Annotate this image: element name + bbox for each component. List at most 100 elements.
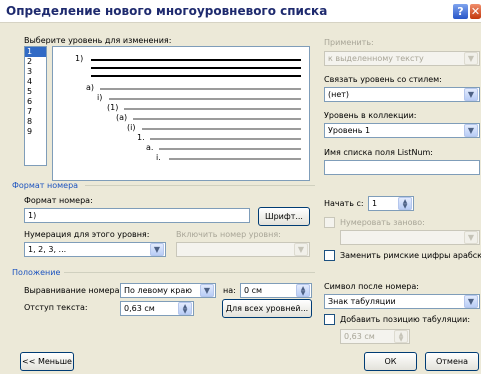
alignment-label: Выравнивание номера:: [24, 286, 123, 295]
alignment-value: По левому краю: [124, 286, 192, 295]
spin-arrows-icon[interactable]: ▲ ▼: [178, 302, 192, 315]
cancel-button[interactable]: Отмена: [425, 352, 479, 371]
spin-down-icon[interactable]: ▼: [403, 203, 408, 210]
numbering-style-select[interactable]: 1, 2, 3, ... ▼: [24, 242, 166, 257]
restart-numbering-label: Нумеровать заново:: [340, 218, 425, 227]
aligned-at-label: на:: [223, 286, 236, 295]
apply-value: к выделенному тексту: [328, 54, 424, 63]
chevron-down-icon: ▼: [294, 243, 308, 256]
level-item[interactable]: 3: [25, 67, 46, 77]
text-indent-spinner[interactable]: 0,63 см ▲ ▼: [120, 301, 194, 316]
section-divider: [64, 272, 315, 273]
start-at-spinner[interactable]: 1 ▲ ▼: [368, 196, 414, 211]
tab-stop-spinner: 0,63 см ▲ ▼: [340, 329, 410, 344]
all-levels-button[interactable]: Для всех уровней...: [222, 299, 312, 318]
numbering-style-label: Нумерация для этого уровня:: [24, 230, 150, 239]
add-tab-stop-label: Добавить позицию табуляции:: [340, 315, 471, 324]
start-at-value: 1: [372, 199, 378, 208]
preview-label: a): [86, 83, 95, 92]
close-icon[interactable]: ✕: [469, 3, 481, 20]
preview-label: a.: [146, 143, 154, 152]
aligned-at-spinner[interactable]: 0 см ▲ ▼: [240, 283, 312, 298]
gallery-level-label: Уровень в коллекции:: [324, 111, 417, 120]
spin-down-icon: ▼: [398, 336, 404, 343]
spin-down-icon[interactable]: ▼: [183, 308, 188, 315]
spin-down-icon[interactable]: ▼: [301, 290, 306, 297]
listnum-label: Имя списка поля ListNum:: [324, 148, 433, 157]
level-item[interactable]: 7: [25, 107, 46, 117]
apply-select: к выделенному тексту ▼: [324, 51, 480, 66]
level-list[interactable]: 1 2 3 4 5 6 7 8 9: [24, 46, 47, 166]
link-style-label: Связать уровень со стилем:: [324, 75, 442, 84]
legal-style-checkbox[interactable]: [324, 250, 335, 261]
preview-line: [91, 75, 301, 77]
link-style-value: (нет): [328, 90, 350, 99]
legal-style-label: Заменить римские цифры арабскими: [340, 251, 481, 260]
level-item[interactable]: 2: [25, 57, 46, 67]
include-level-label: Включить номер уровня:: [176, 230, 281, 239]
follow-number-label: Символ после номера:: [324, 282, 419, 291]
chevron-down-icon[interactable]: ▼: [464, 295, 478, 308]
restart-numbering-select: ▼: [340, 230, 480, 245]
text-indent-value: 0,63 см: [124, 304, 155, 313]
numbering-style-value: 1, 2, 3, ...: [28, 245, 67, 254]
preview-line: [100, 88, 301, 90]
position-section-title: Положение: [12, 268, 61, 277]
preview-label: 1.: [137, 133, 145, 142]
chevron-down-icon[interactable]: ▼: [200, 284, 214, 297]
spin-arrows-icon[interactable]: ▲ ▼: [296, 284, 310, 297]
spin-arrows-icon: ▲ ▼: [394, 330, 408, 343]
tab-stop-value: 0,63 см: [344, 332, 375, 341]
preview-line: [142, 128, 301, 130]
level-item[interactable]: 1: [25, 47, 46, 57]
chevron-down-icon[interactable]: ▼: [150, 243, 164, 256]
preview-line: [109, 98, 301, 100]
start-at-label: Начать с:: [324, 199, 364, 208]
level-item[interactable]: 5: [25, 87, 46, 97]
preview-line: [91, 67, 301, 69]
number-format-section-title: Формат номера: [12, 181, 79, 190]
list-preview: 1) a) i) (1) (a) (i) 1. a. i.: [52, 46, 310, 181]
preview-line: [150, 138, 301, 140]
section-divider: [85, 185, 315, 186]
level-item[interactable]: 6: [25, 97, 46, 107]
spin-arrows-icon[interactable]: ▲ ▼: [398, 197, 412, 210]
gallery-level-value: Уровень 1: [328, 126, 371, 135]
follow-number-value: Знак табуляции: [328, 297, 396, 306]
aligned-at-value: 0 см: [244, 286, 263, 295]
preview-label: (i): [127, 123, 136, 132]
preview-line: [91, 59, 301, 61]
gallery-level-select[interactable]: Уровень 1 ▼: [324, 123, 480, 138]
include-level-select: ▼: [176, 242, 310, 257]
add-tab-stop-checkbox[interactable]: [324, 314, 335, 325]
preview-line: [133, 118, 301, 120]
follow-number-select[interactable]: Знак табуляции ▼: [324, 294, 480, 309]
help-icon[interactable]: ?: [452, 3, 469, 20]
text-indent-label: Отступ текста:: [24, 303, 88, 312]
link-style-select[interactable]: (нет) ▼: [324, 87, 480, 102]
chevron-down-icon[interactable]: ▼: [464, 124, 478, 137]
listnum-input[interactable]: [324, 160, 480, 175]
font-button[interactable]: Шрифт...: [258, 207, 310, 226]
preview-label: (1): [107, 103, 119, 112]
chevron-down-icon: ▼: [464, 52, 478, 65]
format-label: Формат номера:: [24, 196, 93, 205]
restart-numbering-checkbox: [324, 217, 335, 228]
apply-label: Применить:: [324, 38, 374, 47]
chevron-down-icon: ▼: [464, 231, 478, 244]
preview-line: [159, 148, 301, 150]
ok-button[interactable]: ОК: [364, 352, 417, 371]
alignment-select[interactable]: По левому краю ▼: [120, 283, 216, 298]
dialog-title: Определение нового многоуровневого списк…: [6, 4, 328, 18]
format-input[interactable]: 1): [24, 208, 250, 223]
level-item[interactable]: 8: [25, 117, 46, 127]
chevron-down-icon[interactable]: ▼: [464, 88, 478, 101]
level-item[interactable]: 9: [25, 127, 46, 137]
less-button[interactable]: << Меньше: [20, 352, 74, 371]
level-item[interactable]: 4: [25, 77, 46, 87]
preview-label: (a): [116, 113, 128, 122]
preview-label: i.: [156, 153, 161, 162]
level-label: Выберите уровень для изменения:: [24, 36, 172, 45]
preview-line: [169, 158, 301, 160]
preview-label: 1): [75, 54, 84, 63]
